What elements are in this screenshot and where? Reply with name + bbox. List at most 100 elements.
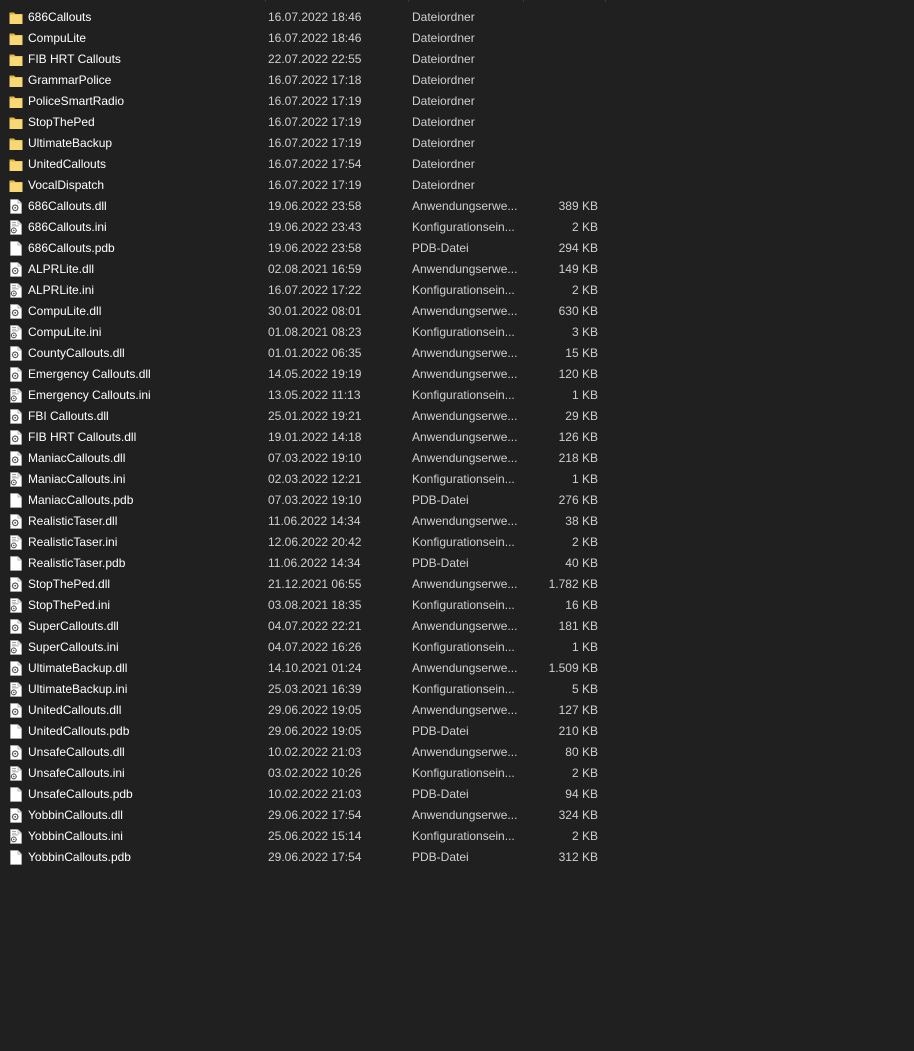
folder-row[interactable]: 686Callouts 16.07.2022 18:46 Dateiordner <box>0 7 914 28</box>
file-row[interactable]: UnsafeCallouts.ini 03.02.2022 10:26 Konfig… <box>0 763 914 784</box>
file-type: Konfigurationsein... <box>412 388 515 402</box>
file-row[interactable]: RealisticTaser.dll 11.06.2022 14:34 Anwend… <box>0 511 914 532</box>
file-size: 389 KB <box>558 199 598 213</box>
column-divider[interactable] <box>265 0 266 2</box>
file-type: Dateiordner <box>412 115 475 129</box>
file-type: Konfigurationsein... <box>412 283 515 297</box>
file-size: 126 KB <box>558 430 598 444</box>
folder-icon <box>9 52 23 67</box>
file-row[interactable]: CompuLite.ini 01.08.2021 08:23 Konfigurati… <box>0 322 914 343</box>
file-row[interactable]: StopThePed.dll 21.12.2021 06:55 Anwendungs… <box>0 574 914 595</box>
file-name: RealisticTaser.pdb <box>28 556 126 570</box>
file-date-modified: 21.12.2021 06:55 <box>268 577 362 591</box>
file-row[interactable]: YobbinCallouts.pdb 29.06.2022 17:54 PDB-Da… <box>0 847 914 868</box>
file-size: 38 KB <box>565 514 598 528</box>
file-date-modified: 16.07.2022 17:54 <box>268 157 362 171</box>
column-divider[interactable] <box>408 0 409 2</box>
file-date-modified: 13.05.2022 11:13 <box>268 388 361 402</box>
file-row[interactable]: 686Callouts.pdb 19.06.2022 23:58 PDB-Datei… <box>0 238 914 259</box>
file-size: 2 KB <box>571 766 598 780</box>
file-type: Anwendungserwe... <box>412 367 518 381</box>
folder-row[interactable]: CompuLite 16.07.2022 18:46 Dateiordner <box>0 28 914 49</box>
ini-file-icon <box>9 472 23 487</box>
file-type: Anwendungserwe... <box>412 430 518 444</box>
file-size: 324 KB <box>558 808 598 822</box>
file-date-modified: 03.02.2022 10:26 <box>268 766 362 780</box>
dll-file-icon <box>9 346 23 361</box>
file-date-modified: 07.03.2022 19:10 <box>268 451 362 465</box>
file-row[interactable]: SuperCallouts.ini 04.07.2022 16:26 Konfigu… <box>0 637 914 658</box>
ini-file-icon <box>9 283 23 298</box>
file-row[interactable]: ALPRLite.ini 16.07.2022 17:22 Konfiguratio… <box>0 280 914 301</box>
file-date-modified: 16.07.2022 17:19 <box>268 94 362 108</box>
file-row[interactable]: StopThePed.ini 03.08.2021 18:35 Konfigurat… <box>0 595 914 616</box>
ini-file-icon <box>9 766 23 781</box>
file-row[interactable]: CompuLite.dll 30.01.2022 08:01 Anwendungse… <box>0 301 914 322</box>
pdb-file-icon <box>9 787 23 802</box>
file-name: UnitedCallouts.dll <box>28 703 122 717</box>
file-name: 686Callouts.ini <box>28 220 107 234</box>
file-size: 29 KB <box>565 409 598 423</box>
dll-file-icon <box>9 262 23 277</box>
file-row[interactable]: UnitedCallouts.pdb 29.06.2022 19:05 PDB-Da… <box>0 721 914 742</box>
dll-file-icon <box>9 619 23 634</box>
folder-row[interactable]: UnitedCallouts 16.07.2022 17:54 Dateiordne… <box>0 154 914 175</box>
file-type: Anwendungserwe... <box>412 262 518 276</box>
file-row[interactable]: 686Callouts.dll 19.06.2022 23:58 Anwendung… <box>0 196 914 217</box>
file-size: 2 KB <box>571 220 598 234</box>
folder-row[interactable]: StopThePed 16.07.2022 17:19 Dateiordner <box>0 112 914 133</box>
file-type: PDB-Datei <box>412 724 469 738</box>
file-name: CompuLite <box>28 31 87 45</box>
file-date-modified: 14.10.2021 01:24 <box>268 661 362 675</box>
file-name: UnsafeCallouts.dll <box>28 745 125 759</box>
file-date-modified: 29.06.2022 19:05 <box>268 703 362 717</box>
column-divider[interactable] <box>523 0 524 2</box>
file-row[interactable]: ManiacCallouts.ini 02.03.2022 12:21 Konfig… <box>0 469 914 490</box>
file-type: Konfigurationsein... <box>412 766 515 780</box>
file-row[interactable]: RealisticTaser.pdb 11.06.2022 14:34 PDB-Da… <box>0 553 914 574</box>
file-type: PDB-Datei <box>412 556 469 570</box>
file-name: 686Callouts.dll <box>28 199 107 213</box>
file-row[interactable]: SuperCallouts.dll 04.07.2022 22:21 Anwendu… <box>0 616 914 637</box>
file-row[interactable]: 686Callouts.ini 19.06.2022 23:43 Konfigura… <box>0 217 914 238</box>
file-type: Dateiordner <box>412 94 475 108</box>
file-row[interactable]: ManiacCallouts.dll 07.03.2022 19:10 Anwend… <box>0 448 914 469</box>
file-row[interactable]: FIB HRT Callouts.dll 19.01.2022 14:18 Anwe… <box>0 427 914 448</box>
file-row[interactable]: Emergency Callouts.dll 14.05.2022 19:19 An… <box>0 364 914 385</box>
file-type: Anwendungserwe... <box>412 808 518 822</box>
file-row[interactable]: CountyCallouts.dll 01.01.2022 06:35 Anwend… <box>0 343 914 364</box>
file-row[interactable]: RealisticTaser.ini 12.06.2022 20:42 Konfig… <box>0 532 914 553</box>
file-row[interactable]: ALPRLite.dll 02.08.2021 16:59 Anwendungser… <box>0 259 914 280</box>
file-date-modified: 22.07.2022 22:55 <box>268 52 362 66</box>
folder-row[interactable]: GrammarPolice 16.07.2022 17:18 Dateiordner <box>0 70 914 91</box>
file-row[interactable]: UltimateBackup.ini 25.03.2021 16:39 Konfig… <box>0 679 914 700</box>
folder-row[interactable]: UltimateBackup 16.07.2022 17:19 Dateiordne… <box>0 133 914 154</box>
folder-row[interactable]: PoliceSmartRadio 16.07.2022 17:19 Dateiord… <box>0 91 914 112</box>
file-size: 312 KB <box>558 850 598 864</box>
folder-row[interactable]: VocalDispatch 16.07.2022 17:19 Dateiordner <box>0 175 914 196</box>
file-date-modified: 25.06.2022 15:14 <box>268 829 362 843</box>
file-row[interactable]: UnsafeCallouts.dll 10.02.2022 21:03 Anwend… <box>0 742 914 763</box>
file-row[interactable]: YobbinCallouts.ini 25.06.2022 15:14 Konfig… <box>0 826 914 847</box>
file-date-modified: 29.06.2022 19:05 <box>268 724 362 738</box>
file-date-modified: 01.08.2021 08:23 <box>268 325 362 339</box>
folder-icon <box>9 157 23 172</box>
file-type: Konfigurationsein... <box>412 325 515 339</box>
file-size: 2 KB <box>571 535 598 549</box>
file-size: 210 KB <box>558 724 598 738</box>
file-row[interactable]: UltimateBackup.dll 14.10.2021 01:24 Anwend… <box>0 658 914 679</box>
file-row[interactable]: Emergency Callouts.ini 13.05.2022 11:13 Ko… <box>0 385 914 406</box>
file-row[interactable]: YobbinCallouts.dll 29.06.2022 17:54 Anwend… <box>0 805 914 826</box>
column-divider[interactable] <box>605 0 606 2</box>
file-type: Konfigurationsein... <box>412 220 515 234</box>
file-row[interactable]: UnitedCallouts.dll 29.06.2022 19:05 Anwend… <box>0 700 914 721</box>
file-row[interactable]: FBI Callouts.dll 25.01.2022 19:21 Anwendun… <box>0 406 914 427</box>
file-date-modified: 11.06.2022 14:34 <box>268 514 361 528</box>
file-row[interactable]: UnsafeCallouts.pdb 10.02.2022 21:03 PDB-Da… <box>0 784 914 805</box>
file-size: 1 KB <box>571 472 598 486</box>
file-row[interactable]: ManiacCallouts.pdb 07.03.2022 19:10 PDB-Da… <box>0 490 914 511</box>
folder-row[interactable]: FIB HRT Callouts 22.07.2022 22:55 Dateiord… <box>0 49 914 70</box>
file-date-modified: 29.06.2022 17:54 <box>268 850 362 864</box>
file-size: 15 KB <box>565 346 598 360</box>
file-name: SuperCallouts.ini <box>28 640 119 654</box>
